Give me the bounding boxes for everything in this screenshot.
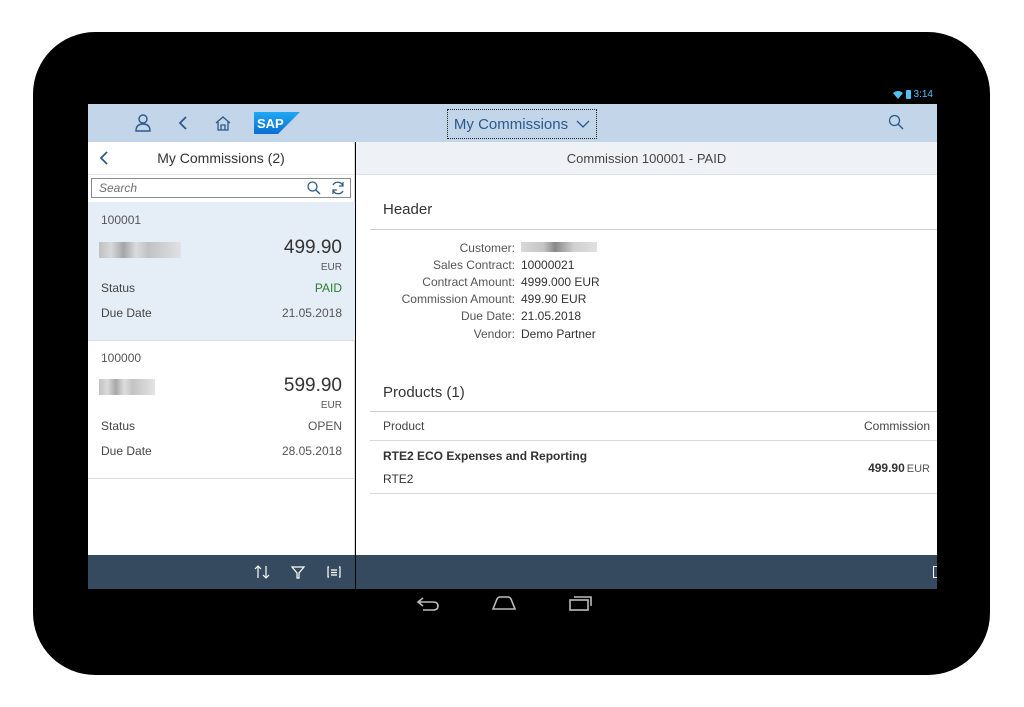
- products-section-title: Products (1): [383, 384, 465, 401]
- search-field[interactable]: Search: [91, 178, 351, 198]
- header-section-title: Header: [383, 201, 433, 218]
- item-currency: EUR: [320, 400, 342, 411]
- field-value: 499.90 EUR: [521, 292, 587, 306]
- footer-action-icon[interactable]: [933, 566, 937, 578]
- products-table-header: Product Commission: [370, 412, 937, 441]
- divider: [370, 411, 937, 412]
- product-name: RTE2 ECO Expenses and Reporting: [383, 449, 588, 463]
- column-header-commission: Commission: [863, 419, 930, 433]
- nav-back-icon[interactable]: [98, 150, 114, 166]
- sap-logo[interactable]: SAP: [254, 112, 300, 134]
- item-id: 100000: [101, 351, 142, 365]
- back-icon[interactable]: [174, 114, 192, 132]
- shell-bar: SAP My Commissions: [88, 104, 937, 142]
- android-home-icon[interactable]: [491, 594, 517, 612]
- device-screen: 3:14 SAP My Commissions My Commissions (…: [88, 87, 937, 589]
- detail-panel: Commission 100001 - PAID Header Customer…: [356, 142, 937, 555]
- due-date-value: 21.05.2018: [281, 306, 342, 320]
- form-row-contract-amount: Contract Amount: 4999.000 EUR: [356, 275, 937, 292]
- android-status-bar: 3:14: [88, 87, 937, 104]
- form-row-commission-amount: Commission Amount: 499.90 EUR: [356, 292, 937, 309]
- form-row-due-date: Due Date: 21.05.2018: [356, 309, 937, 326]
- search-icon[interactable]: [888, 114, 906, 132]
- field-value: 10000021: [521, 258, 575, 272]
- form-row-sales-contract: Sales Contract: 10000021: [356, 258, 937, 275]
- android-nav-bar: [415, 594, 593, 612]
- column-header-product: Product: [383, 419, 425, 433]
- form-row-customer: Customer:: [356, 241, 937, 258]
- shell-title-menu[interactable]: My Commissions: [447, 109, 597, 139]
- divider: [370, 229, 937, 230]
- form-row-vendor: Vendor: Demo Partner: [356, 327, 937, 344]
- item-amount: 499.90: [283, 237, 342, 258]
- product-commission-amount: 499.90: [868, 461, 905, 475]
- field-label: Customer:: [459, 241, 515, 255]
- field-value: Demo Partner: [521, 327, 596, 341]
- list-item[interactable]: 100000 599.90 EUR Status OPEN Due Date 2…: [88, 340, 355, 479]
- item-amount: 599.90: [283, 375, 342, 396]
- detail-title: Commission 100001 - PAID: [566, 150, 727, 166]
- product-commission-currency: EUR: [906, 463, 930, 475]
- android-back-icon[interactable]: [415, 594, 441, 612]
- field-value: 4999.000 EUR: [521, 275, 600, 289]
- group-icon[interactable]: [325, 563, 343, 581]
- master-header: My Commissions (2): [88, 142, 354, 175]
- status-label: Status: [101, 419, 136, 433]
- master-panel: My Commissions (2) Search 100001 499.90 …: [88, 142, 355, 555]
- status-badge: OPEN: [307, 419, 342, 433]
- redacted-customer: [99, 242, 181, 258]
- status-badge: PAID: [314, 281, 342, 295]
- home-icon[interactable]: [214, 114, 232, 132]
- detail-footer-toolbar: [356, 555, 937, 589]
- svg-text:SAP: SAP: [257, 116, 284, 131]
- refresh-icon[interactable]: [330, 180, 346, 196]
- redacted-customer: [521, 242, 597, 252]
- due-date-label: Due Date: [101, 444, 152, 458]
- master-footer-toolbar: [88, 555, 355, 589]
- search-placeholder: Search: [99, 181, 138, 195]
- sort-icon[interactable]: [253, 563, 271, 581]
- chevron-down-icon: [576, 120, 590, 128]
- status-time: 3:14: [913, 89, 933, 100]
- field-label: Commission Amount:: [401, 292, 515, 306]
- item-id: 100001: [101, 213, 142, 227]
- detail-header: Commission 100001 - PAID: [356, 142, 937, 175]
- product-code: RTE2: [383, 472, 414, 486]
- list-item[interactable]: 100001 499.90 EUR Status PAID Due Date 2…: [88, 202, 355, 341]
- field-label: Contract Amount:: [422, 275, 515, 289]
- filter-icon[interactable]: [289, 563, 307, 581]
- due-date-value: 28.05.2018: [281, 444, 342, 458]
- shell-title-text: My Commissions: [453, 115, 569, 133]
- battery-icon: [905, 90, 911, 99]
- table-row[interactable]: RTE2 ECO Expenses and Reporting RTE2 499…: [370, 442, 937, 494]
- due-date-label: Due Date: [101, 306, 152, 320]
- search-icon[interactable]: [306, 180, 322, 196]
- field-label: Vendor:: [473, 327, 515, 341]
- item-currency: EUR: [320, 262, 342, 273]
- person-icon[interactable]: [134, 114, 152, 132]
- field-value: 21.05.2018: [521, 309, 582, 323]
- status-label: Status: [101, 281, 136, 295]
- wifi-icon: [892, 90, 903, 99]
- android-recents-icon[interactable]: [567, 594, 593, 612]
- field-label: Due Date:: [460, 309, 515, 323]
- product-commission: 499.90 EUR: [868, 461, 930, 475]
- master-title: My Commissions (2): [157, 150, 285, 166]
- field-label: Sales Contract:: [432, 258, 515, 272]
- redacted-customer: [99, 379, 155, 395]
